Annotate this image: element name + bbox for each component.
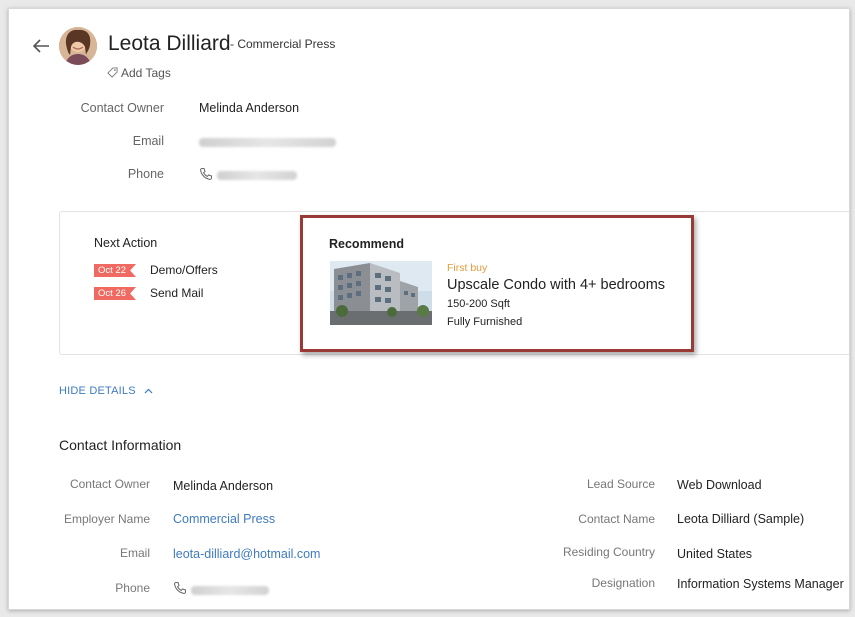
ci-value-email[interactable]: leota-dilliard@hotmail.com	[173, 547, 320, 561]
ci-label-employer-name: Employer Name	[63, 512, 150, 526]
ci-value-contact-owner[interactable]: Melinda Anderson	[173, 479, 273, 493]
tag-icon	[107, 67, 118, 78]
add-tags-link[interactable]: Add Tags	[107, 66, 171, 80]
phone-icon	[173, 581, 187, 600]
first-buy-tag: First buy	[447, 262, 488, 274]
summary-phone-label: Phone	[127, 167, 164, 181]
ci-label-email: Email	[119, 546, 150, 560]
contact-information-title: Contact Information	[59, 437, 182, 453]
ci-value-employer-name[interactable]: Commercial Press	[173, 512, 275, 526]
next-action-label: Send Mail	[150, 286, 204, 300]
back-arrow-icon[interactable]	[31, 36, 51, 56]
next-action-item[interactable]: Oct 22 Demo/Offers	[94, 263, 218, 277]
recommend-furnishing: Fully Furnished	[447, 316, 523, 328]
ci-value-lead-source[interactable]: Web Download	[677, 478, 762, 492]
next-action-label: Demo/Offers	[150, 263, 218, 277]
company-subtitle: - Commercial Press	[230, 37, 336, 51]
avatar	[59, 27, 97, 65]
next-action-item[interactable]: Oct 26 Send Mail	[94, 286, 203, 300]
condo-image	[330, 261, 432, 325]
ci-value-contact-name[interactable]: Leota Dilliard (Sample)	[677, 512, 804, 526]
date-badge: Oct 26	[94, 287, 136, 300]
contact-name-title: Leota Dilliard	[108, 32, 231, 55]
ci-label-residing-country: Residing Country	[562, 545, 655, 559]
summary-owner-value[interactable]: Melinda Anderson	[199, 101, 299, 115]
chevron-up-icon	[144, 388, 153, 394]
ci-value-phone[interactable]	[191, 584, 269, 598]
date-badge: Oct 22	[94, 264, 136, 277]
hide-details-toggle[interactable]: HIDE DETAILS	[59, 385, 153, 397]
next-action-title: Next Action	[94, 236, 158, 250]
ci-label-contact-owner: Contact Owner	[69, 477, 150, 491]
ci-label-designation: Designation	[591, 576, 655, 590]
hide-details-label: HIDE DETAILS	[59, 385, 136, 397]
ci-label-phone: Phone	[115, 581, 150, 595]
contact-detail-page: Leota Dilliard - Commercial Press Add Ta…	[8, 8, 850, 610]
recommend-size: 150-200 Sqft	[447, 298, 510, 310]
ci-value-residing-country[interactable]: United States	[677, 547, 752, 561]
add-tags-label: Add Tags	[121, 66, 171, 80]
summary-phone-value[interactable]	[217, 169, 297, 183]
ci-label-contact-name: Contact Name	[578, 512, 655, 526]
summary-owner-label: Contact Owner	[80, 101, 164, 115]
phone-icon	[199, 167, 213, 186]
ci-label-lead-source: Lead Source	[586, 477, 655, 491]
summary-email-value[interactable]	[199, 136, 336, 150]
recommend-card[interactable]: Recommend First buy Upscale Condo with 4…	[300, 215, 694, 352]
recommend-headline: Upscale Condo with 4+ bedrooms	[447, 277, 666, 293]
recommend-title: Recommend	[329, 237, 405, 251]
summary-email-label: Email	[132, 134, 164, 148]
ci-value-designation[interactable]: Information Systems Manager	[677, 577, 844, 591]
